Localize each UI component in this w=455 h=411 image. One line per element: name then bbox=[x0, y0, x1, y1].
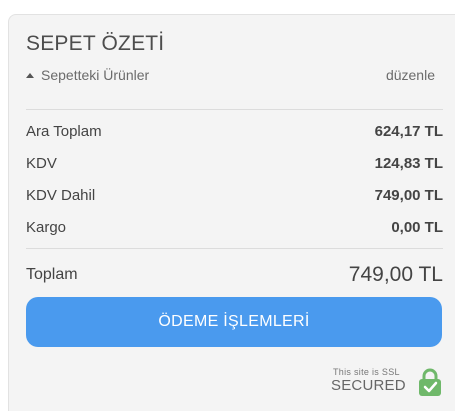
line-label: Ara Toplam bbox=[26, 123, 102, 140]
caret-up-icon bbox=[26, 72, 34, 78]
line-value: 749,00 TL bbox=[374, 187, 443, 204]
total-row: Toplam 749,00 TL bbox=[26, 263, 443, 287]
line-vat: KDV 124,83 TL bbox=[26, 155, 443, 172]
line-vat-included: KDV Dahil 749,00 TL bbox=[26, 187, 443, 204]
total-label: Toplam bbox=[26, 266, 78, 283]
line-value: 624,17 TL bbox=[374, 123, 443, 140]
divider bbox=[26, 109, 443, 110]
padlock-check-icon bbox=[419, 368, 441, 396]
line-label: KDV bbox=[26, 155, 57, 172]
edit-link[interactable]: düzenle bbox=[386, 67, 435, 83]
cart-summary-panel: SEPET ÖZETİ Sepetteki Ürünler düzenle Ar… bbox=[8, 14, 455, 411]
line-label: KDV Dahil bbox=[26, 187, 96, 204]
products-row: Sepetteki Ürünler düzenle bbox=[26, 67, 435, 83]
line-value: 0,00 TL bbox=[391, 219, 443, 236]
ssl-text-line2: SECURED bbox=[331, 377, 406, 394]
products-label: Sepetteki Ürünler bbox=[41, 67, 150, 83]
checkout-button[interactable]: ÖDEME İŞLEMLERİ bbox=[26, 297, 442, 347]
line-shipping: Kargo 0,00 TL bbox=[26, 219, 443, 236]
summary-title: SEPET ÖZETİ bbox=[26, 32, 165, 55]
line-subtotal: Ara Toplam 624,17 TL bbox=[26, 123, 443, 140]
divider bbox=[26, 248, 443, 249]
ssl-text-line1: This site is SSL bbox=[333, 367, 400, 377]
total-value: 749,00 TL bbox=[348, 263, 443, 286]
line-value: 124,83 TL bbox=[374, 155, 443, 172]
products-toggle[interactable]: Sepetteki Ürünler bbox=[26, 67, 149, 83]
ssl-secured-badge: This site is SSL SECURED bbox=[331, 367, 443, 397]
line-label: Kargo bbox=[26, 219, 67, 236]
